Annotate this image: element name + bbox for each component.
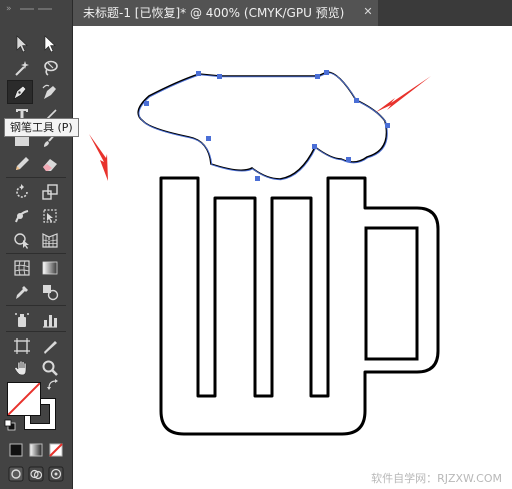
anchor-point (324, 70, 329, 75)
anchor-point (346, 157, 351, 162)
scale-tool-icon[interactable] (37, 180, 63, 204)
warp-tool-icon[interactable] (9, 204, 35, 228)
foam-selected-path (138, 72, 388, 181)
selection-tool-icon[interactable] (9, 32, 35, 56)
anchor-point (354, 98, 359, 103)
document-tab[interactable]: 未标题-1 [已恢复]* @ 400% (CMYK/GPU 预览) (73, 0, 378, 26)
eraser-tool-icon[interactable] (37, 152, 63, 176)
anchor-point (144, 101, 149, 106)
annotation-arrow-right (376, 76, 431, 112)
swap-fill-stroke-icon[interactable] (46, 378, 60, 392)
anchor-point (217, 74, 222, 79)
artboard-tool-icon[interactable] (9, 334, 35, 358)
anchor-point (312, 144, 317, 149)
anchor-point (315, 74, 320, 79)
close-icon[interactable]: ✕ (362, 6, 374, 18)
none-mode-button[interactable] (46, 441, 66, 459)
tools-panel-grip[interactable]: » (4, 4, 68, 14)
mug-handle-inner-path (364, 226, 419, 361)
pen-tool-icon[interactable] (7, 80, 33, 104)
color-mode-button[interactable] (6, 441, 26, 459)
foam-path (137, 71, 388, 180)
annotation-arrow-left (89, 134, 108, 181)
anchor-point (255, 176, 260, 181)
shape-builder-tool-icon[interactable] (9, 228, 35, 252)
hand-tool-icon[interactable] (9, 356, 35, 380)
document-tab-title: 未标题-1 [已恢复]* @ 400% (CMYK/GPU 预览) (83, 6, 345, 20)
column-graph-tool-icon[interactable] (37, 308, 63, 332)
eyedropper-tool-icon[interactable] (9, 280, 35, 304)
magic-wand-tool-icon[interactable] (9, 56, 35, 80)
collapse-chevron-icon[interactable]: » (6, 4, 12, 14)
zoom-tool-icon[interactable] (37, 356, 63, 380)
tools-panel: » (0, 0, 73, 489)
anchor-point (196, 71, 201, 76)
anchor-point (385, 123, 390, 128)
document-tab-bar: 未标题-1 [已恢复]* @ 400% (CMYK/GPU 预览) ✕ (73, 0, 512, 26)
anchor-point (206, 136, 211, 141)
beer-mug-body-path (159, 176, 440, 436)
blend-tool-icon[interactable] (37, 280, 63, 304)
mesh-tool-icon[interactable] (9, 256, 35, 280)
symbol-sprayer-tool-icon[interactable] (9, 308, 35, 332)
perspective-grid-tool-icon[interactable] (37, 228, 63, 252)
gradient-tool-icon[interactable] (37, 256, 63, 280)
free-transform-tool-icon[interactable] (37, 204, 63, 228)
gradient-mode-button[interactable] (26, 441, 46, 459)
lasso-tool-icon[interactable] (37, 56, 63, 80)
artboard-canvas[interactable]: 软件自学网：RJZXW.COM (73, 26, 512, 489)
fill-color-swatch[interactable] (7, 382, 41, 416)
rotate-tool-icon[interactable] (9, 180, 35, 204)
pencil-tool-icon[interactable] (9, 152, 35, 176)
direct-selection-tool-icon[interactable] (37, 32, 63, 56)
default-fill-stroke-icon[interactable] (3, 418, 17, 432)
draw-behind-icon[interactable] (26, 464, 46, 484)
draw-inside-icon[interactable] (46, 464, 66, 484)
curvature-tool-icon[interactable] (37, 80, 63, 104)
draw-normal-icon[interactable] (6, 464, 26, 484)
pen-tool-tooltip: 钢笔工具 (P) (4, 118, 79, 137)
watermark-text: 软件自学网：RJZXW.COM (371, 472, 502, 485)
slice-tool-icon[interactable] (37, 334, 63, 358)
